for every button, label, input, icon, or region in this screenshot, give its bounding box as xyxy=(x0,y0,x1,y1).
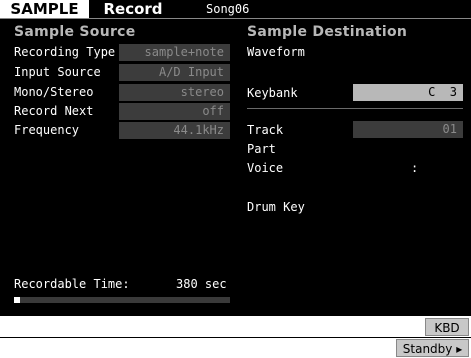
recordable-time-bar-fill xyxy=(14,297,21,303)
header-bar: SAMPLE Record Song06 xyxy=(0,0,471,19)
recording-type-field[interactable]: sample+note xyxy=(119,44,230,61)
input-source-label: Input Source xyxy=(14,65,101,79)
destination-divider xyxy=(247,108,463,109)
voice-label: Voice xyxy=(247,161,284,175)
recordable-time-bar xyxy=(14,297,230,303)
page-tab-record[interactable]: Record xyxy=(93,0,173,18)
sample-destination-title: Sample Destination xyxy=(247,24,408,40)
song-name: Song06 xyxy=(206,2,250,16)
voice-value[interactable]: : xyxy=(411,161,418,175)
keybank-field[interactable]: C 3 xyxy=(353,84,463,101)
softkey-separator xyxy=(0,337,471,338)
record-next-field[interactable]: off xyxy=(119,103,230,120)
drum-key-label: Drum Key xyxy=(247,200,305,214)
track-label: Track xyxy=(247,123,284,137)
frequency-label: Frequency xyxy=(14,123,80,137)
kbd-button[interactable]: KBD xyxy=(425,318,469,336)
part-label: Part xyxy=(247,142,276,156)
recordable-time-value: 380 sec xyxy=(176,277,227,291)
waveform-label: Waveform xyxy=(247,45,305,59)
recordable-time-label: Recordable Time: xyxy=(14,277,130,291)
mode-tab-sample[interactable]: SAMPLE xyxy=(0,0,89,18)
standby-button[interactable]: Standby ▸ xyxy=(396,339,469,357)
recording-type-label: Recording Type xyxy=(14,45,116,59)
input-source-field[interactable]: A/D Input xyxy=(119,64,230,81)
mono-stereo-label: Mono/Stereo xyxy=(14,85,94,99)
frequency-field[interactable]: 44.1kHz xyxy=(119,122,230,139)
keybank-label: Keybank xyxy=(247,86,298,100)
sample-source-title: Sample Source xyxy=(14,24,136,40)
record-next-label: Record Next xyxy=(14,104,94,118)
mono-stereo-field[interactable]: stereo xyxy=(119,84,230,101)
sample-record-screen: SAMPLE Record Song06 Sample Source Recor… xyxy=(0,0,471,358)
track-field[interactable]: 01 xyxy=(353,121,463,138)
